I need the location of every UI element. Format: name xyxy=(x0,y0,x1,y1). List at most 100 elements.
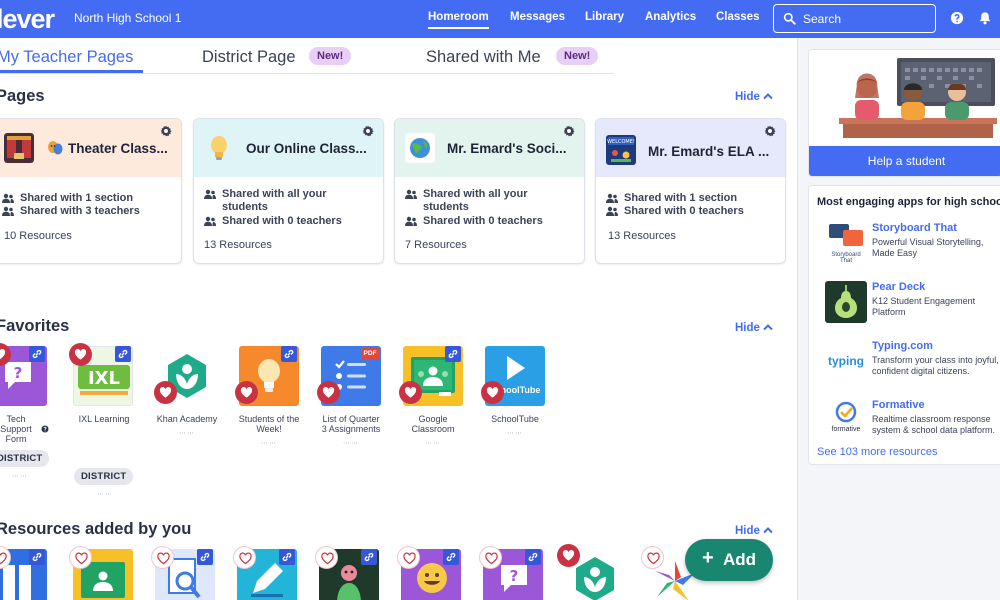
resource-count: 10 Resources xyxy=(4,230,72,242)
favorite-heart-button[interactable] xyxy=(479,546,502,569)
favorite-heart-button[interactable] xyxy=(233,546,256,569)
hide-pages-link[interactable]: Hide xyxy=(735,91,773,103)
heart-outline-icon xyxy=(321,552,334,565)
favorite-heart-button[interactable] xyxy=(154,381,177,404)
gear-icon[interactable] xyxy=(563,125,575,137)
favorite-heart-button[interactable] xyxy=(151,546,174,569)
sharing-sections: Shared with all your students xyxy=(405,188,545,214)
pear-deck-logo xyxy=(825,281,867,323)
drag-handle[interactable]: ⋯⋯ xyxy=(261,439,277,447)
favorite-heart-button[interactable] xyxy=(397,546,420,569)
page-card-ela[interactable]: WELCOME! Mr. Emard's ELA ... Shared with… xyxy=(595,118,786,264)
recommended-app-storyboard[interactable]: Storyboard That Storyboard That Powerful… xyxy=(817,222,1000,272)
favorite-heart-button[interactable] xyxy=(399,381,422,404)
link-icon xyxy=(118,349,128,359)
recommended-app-typing[interactable]: typing Typing.com Transform your class i… xyxy=(817,340,1000,390)
app-label: List of Quarter 3 Assignments xyxy=(316,414,386,434)
app-label: IXL Learning xyxy=(78,414,130,424)
app-label-line: Week! xyxy=(256,424,282,434)
link-badge xyxy=(29,549,45,565)
resource-count: 13 Resources xyxy=(608,230,676,242)
welcome-board-icon: WELCOME! xyxy=(606,135,636,165)
search-icon xyxy=(783,12,796,25)
tab-shared-with-me[interactable]: Shared with Me xyxy=(426,48,541,67)
favorite-heart-button[interactable] xyxy=(235,381,258,404)
help-student-button[interactable]: Help a student xyxy=(809,146,1000,176)
favorite-heart-button[interactable] xyxy=(481,381,504,404)
drag-handle[interactable]: ⋯⋯ xyxy=(12,472,28,480)
section-title-favorites: Favorites xyxy=(0,317,70,335)
people-icon xyxy=(405,216,417,226)
heart-outline-icon xyxy=(0,552,7,565)
drag-handle[interactable]: ⋯⋯ xyxy=(179,429,195,437)
clever-logo[interactable]: lever xyxy=(0,4,55,35)
add-button-label: Add xyxy=(723,550,757,569)
link-badge xyxy=(279,549,295,565)
gear-icon[interactable] xyxy=(764,125,776,137)
page-card-social-studies[interactable]: Mr. Emard's Soci... Shared with all your… xyxy=(394,118,585,264)
drag-handle[interactable]: ⋯⋯ xyxy=(343,439,359,447)
gear-icon[interactable] xyxy=(362,125,374,137)
see-more-resources-link[interactable]: See 103 more resources xyxy=(817,446,937,458)
app-label: Tech Support Form xyxy=(0,414,36,444)
shared-teachers-text: Shared with 0 teachers xyxy=(222,215,342,227)
app-label: Students of the Week! xyxy=(234,414,304,434)
help-student-card: Help a student xyxy=(808,49,1000,177)
link-icon xyxy=(32,552,42,562)
page-card-theater[interactable]: Theater Class... Shared with 1 section S… xyxy=(0,118,182,264)
storyboard-that-logo: Storyboard That xyxy=(825,222,867,264)
people-icon xyxy=(405,189,417,199)
search-input[interactable]: Search xyxy=(773,4,936,33)
people-icon xyxy=(606,193,618,203)
sharing-sections: Shared with 1 section xyxy=(2,192,133,205)
page-card-online-class[interactable]: Our Online Class... Shared with all your… xyxy=(193,118,384,264)
heart-icon xyxy=(0,349,6,360)
favorite-heart-button[interactable] xyxy=(317,381,340,404)
drag-handle[interactable]: ⋯⋯ xyxy=(507,429,523,437)
gear-icon[interactable] xyxy=(160,125,172,137)
typing-wordmark: typing xyxy=(828,354,864,368)
favorite-heart-button[interactable] xyxy=(557,544,580,567)
app-label-line: Form xyxy=(5,434,27,444)
help-icon[interactable] xyxy=(41,425,49,433)
nav-classes[interactable]: Classes xyxy=(716,11,759,23)
app-name: Storyboard That xyxy=(872,222,957,234)
sharing-sections: Shared with all your students xyxy=(204,188,344,214)
top-bar: lever North High School 1 Homeroom Messa… xyxy=(0,0,1000,38)
school-name[interactable]: North High School 1 xyxy=(74,11,181,25)
nav-analytics[interactable]: Analytics xyxy=(645,11,696,23)
heart-outline-icon xyxy=(239,552,252,565)
recommended-app-formative[interactable]: formative Formative Realtime classroom r… xyxy=(817,399,1000,449)
recommended-app-pear-deck[interactable]: Pear Deck K12 Student Engagement Platfor… xyxy=(817,281,1000,331)
favorite-heart-button[interactable] xyxy=(69,546,92,569)
add-button[interactable]: + Add xyxy=(685,539,773,581)
app-label-line: Students of the xyxy=(238,414,300,424)
favorite-heart-button[interactable] xyxy=(641,546,664,569)
recommended-apps-title: Most engaging apps for high school xyxy=(817,196,1000,208)
drag-handle[interactable]: ⋯⋯ xyxy=(425,439,441,447)
drag-handle[interactable]: ⋯⋯ xyxy=(97,490,113,498)
bell-icon[interactable] xyxy=(978,11,992,25)
plus-icon: + xyxy=(702,547,714,569)
nav-homeroom[interactable]: Homeroom xyxy=(428,11,489,29)
nav-messages[interactable]: Messages xyxy=(510,11,565,23)
heart-icon xyxy=(159,387,172,398)
link-badge xyxy=(281,346,297,362)
khan-academy-logo xyxy=(576,557,614,600)
nav-library[interactable]: Library xyxy=(585,11,624,23)
link-icon xyxy=(364,552,374,562)
favorite-heart-button[interactable] xyxy=(315,546,338,569)
app-description: Realtime classroom response system & sch… xyxy=(872,414,996,435)
favorite-heart-button[interactable] xyxy=(69,343,92,366)
tab-district-page[interactable]: District Page xyxy=(202,48,296,67)
app-name: Pear Deck xyxy=(872,281,926,293)
classroom-illustration xyxy=(809,50,1000,148)
tab-my-teacher-pages[interactable]: My Teacher Pages xyxy=(0,48,133,67)
hide-resources-link[interactable]: Hide xyxy=(735,525,773,537)
app-label-line: Support xyxy=(0,424,32,434)
app-label-line: Classroom xyxy=(411,424,455,434)
hide-favorites-link[interactable]: Hide xyxy=(735,322,773,334)
globe-icon xyxy=(405,133,435,163)
link-icon xyxy=(528,552,538,562)
help-icon[interactable] xyxy=(950,11,964,25)
